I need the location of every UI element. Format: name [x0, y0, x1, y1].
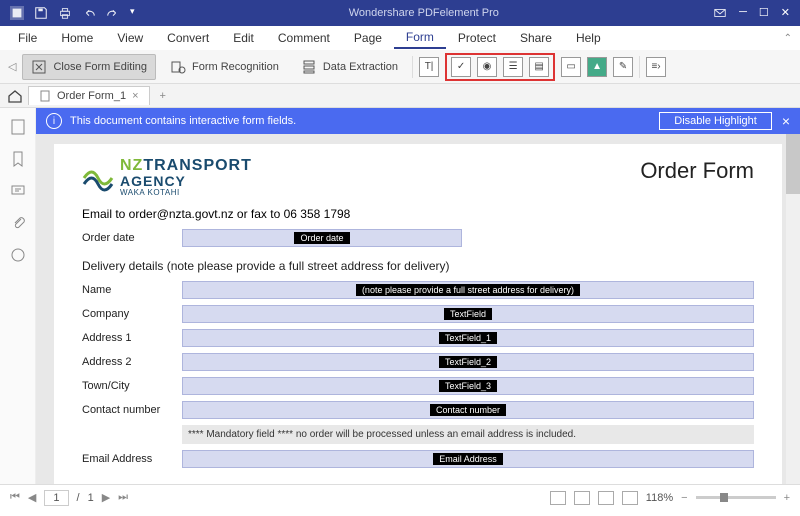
home-icon[interactable] [6, 87, 24, 105]
separator [412, 56, 413, 78]
vertical-scrollbar[interactable] [786, 134, 800, 484]
page-current[interactable]: 1 [44, 490, 68, 506]
order-date-field[interactable]: Order date [182, 229, 462, 247]
button-tool-icon[interactable]: ▭ [561, 57, 581, 77]
more-tool-icon[interactable]: ≡› [646, 57, 666, 77]
menubar: File Home View Convert Edit Comment Page… [0, 26, 800, 50]
banner-text: This document contains interactive form … [70, 115, 659, 127]
menu-convert[interactable]: Convert [155, 28, 221, 48]
workarea: i This document contains interactive for… [0, 108, 800, 484]
ribbon: ◁ Close Form Editing Form Recognition Da… [0, 50, 800, 84]
disable-highlight-button[interactable]: Disable Highlight [659, 112, 772, 130]
continuous-view-icon[interactable] [574, 491, 590, 505]
app-title: Wondershare PDFelement Pro [145, 7, 704, 19]
single-page-view-icon[interactable] [550, 491, 566, 505]
close-form-editing-button[interactable]: Close Form Editing [22, 54, 156, 80]
menu-form[interactable]: Form [394, 27, 446, 49]
close-tab-icon[interactable]: × [132, 90, 138, 102]
search-panel-icon[interactable] [9, 246, 27, 264]
new-tab-icon[interactable]: + [154, 90, 172, 102]
name-field[interactable]: (note please provide a full street addre… [182, 281, 754, 299]
nzta-logo: NZTRANSPORT AGENCY WAKA KOTAHI [82, 158, 252, 197]
info-banner: i This document contains interactive for… [36, 108, 800, 134]
radio-tool-icon[interactable]: ◉ [477, 57, 497, 77]
combobox-tool-icon[interactable]: ▤ [529, 57, 549, 77]
print-icon[interactable] [58, 6, 72, 20]
app-logo-icon [10, 6, 24, 20]
back-icon[interactable]: ◁ [8, 60, 16, 73]
email-field[interactable]: Email Address [182, 450, 754, 468]
zoom-in-icon[interactable]: + [784, 492, 790, 504]
separator [639, 56, 640, 78]
document-tab[interactable]: Order Form_1 × [28, 86, 150, 105]
prev-page-icon[interactable]: ◀ [28, 491, 36, 504]
close-form-icon [31, 59, 47, 75]
close-window-icon[interactable]: ✕ [781, 6, 790, 20]
titlebar: ▾ Wondershare PDFelement Pro ─ ☐ ✕ [0, 0, 800, 26]
two-page-view-icon[interactable] [598, 491, 614, 505]
document-tabbar: Order Form_1 × + [0, 84, 800, 108]
attachments-icon[interactable] [9, 214, 27, 232]
mail-icon[interactable] [713, 6, 727, 20]
first-page-icon[interactable]: ⏮ [10, 491, 20, 504]
page-total: 1 [88, 492, 94, 504]
text-field-tool-icon[interactable]: T| [419, 57, 439, 77]
last-page-icon[interactable]: ⏭ [118, 491, 128, 504]
thumbnails-icon[interactable] [9, 118, 27, 136]
zoom-level: 118% [646, 492, 673, 504]
menu-help[interactable]: Help [564, 28, 613, 48]
town-field[interactable]: TextField_3 [182, 377, 754, 395]
zoom-out-icon[interactable]: − [681, 492, 687, 504]
collapse-ribbon-icon[interactable]: ⌃ [784, 33, 792, 44]
maximize-icon[interactable]: ☐ [759, 6, 769, 20]
menu-view[interactable]: View [105, 28, 155, 48]
menu-file[interactable]: File [6, 28, 49, 48]
redo-icon[interactable] [106, 6, 120, 20]
menu-protect[interactable]: Protect [446, 28, 508, 48]
data-extract-icon [301, 59, 317, 75]
menu-page[interactable]: Page [342, 28, 394, 48]
email-instruction: Email to order@nzta.govt.nz or fax to 06… [82, 207, 754, 221]
menu-home[interactable]: Home [49, 28, 105, 48]
company-field[interactable]: TextField [182, 305, 754, 323]
bookmarks-icon[interactable] [9, 150, 27, 168]
sidebar [0, 108, 36, 484]
signature-tool-icon[interactable]: ✎ [613, 57, 633, 77]
close-banner-icon[interactable]: × [782, 113, 790, 129]
page-title: Order Form [640, 158, 754, 184]
order-date-label: Order date [82, 232, 182, 244]
form-recognition-button[interactable]: Form Recognition [162, 55, 287, 79]
form-tools-highlight: ✓ ◉ ☰ ▤ [445, 53, 555, 81]
info-icon: i [46, 113, 62, 129]
mandatory-note: **** Mandatory field **** no order will … [182, 425, 754, 444]
checkbox-tool-icon[interactable]: ✓ [451, 57, 471, 77]
form-recog-icon [170, 59, 186, 75]
next-page-icon[interactable]: ▶ [102, 491, 110, 504]
address1-field[interactable]: TextField_1 [182, 329, 754, 347]
save-icon[interactable] [34, 6, 48, 20]
logo-mark-icon [82, 164, 114, 192]
comments-icon[interactable] [9, 182, 27, 200]
image-tool-icon[interactable]: ▲ [587, 57, 607, 77]
scroll-thumb[interactable] [786, 134, 800, 194]
qat-dropdown-icon[interactable]: ▾ [130, 6, 135, 20]
doc-icon [39, 90, 51, 102]
statusbar: ⏮ ◀ 1 / 1 ▶ ⏭ 118% − + [0, 484, 800, 510]
tab-title: Order Form_1 [57, 90, 126, 102]
menu-edit[interactable]: Edit [221, 28, 266, 48]
contact-field[interactable]: Contact number [182, 401, 754, 419]
undo-icon[interactable] [82, 6, 96, 20]
address2-field[interactable]: TextField_2 [182, 353, 754, 371]
two-page-continuous-icon[interactable] [622, 491, 638, 505]
data-extraction-button[interactable]: Data Extraction [293, 55, 406, 79]
menu-comment[interactable]: Comment [266, 28, 342, 48]
menu-share[interactable]: Share [508, 28, 564, 48]
pdf-page: NZTRANSPORT AGENCY WAKA KOTAHI Order For… [54, 144, 782, 484]
minimize-icon[interactable]: ─ [739, 6, 747, 20]
zoom-slider[interactable] [696, 496, 776, 499]
listbox-tool-icon[interactable]: ☰ [503, 57, 523, 77]
delivery-section-title: Delivery details (note please provide a … [82, 259, 754, 273]
canvas: i This document contains interactive for… [36, 108, 800, 484]
